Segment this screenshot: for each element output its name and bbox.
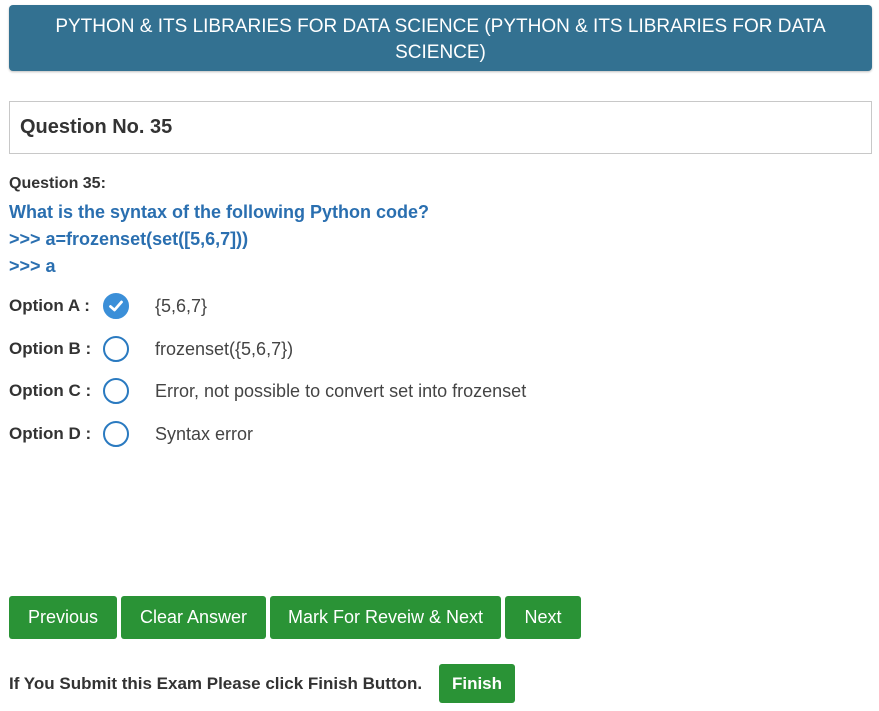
question-line: >>> a=frozenset(set([5,6,7])) — [9, 229, 249, 249]
option-a-label: Option A : — [9, 296, 90, 315]
option-c-label: Option C : — [9, 381, 92, 400]
option-c-radio[interactable] — [103, 378, 129, 404]
option-a-row[interactable]: Option A : {5,6,7} — [9, 292, 207, 320]
finish-button[interactable]: Finish — [439, 664, 515, 703]
question-line: >>> a — [9, 256, 56, 276]
option-a-text: {5,6,7} — [155, 295, 208, 316]
option-c-row[interactable]: Option C : Error, not possible to conver… — [9, 377, 526, 405]
option-d-label: Option D : — [9, 424, 92, 443]
clear-answer-button[interactable]: Clear Answer — [121, 596, 266, 639]
option-a-radio[interactable] — [103, 293, 129, 319]
option-b-row[interactable]: Option B : frozenset({5,6,7}) — [9, 335, 293, 363]
question-label: Question 35: — [9, 175, 106, 192]
question-number-box: Question No. 35 — [9, 101, 872, 154]
exam-page: PYTHON & ITS LIBRARIES FOR DATA SCIENCE … — [0, 0, 879, 711]
question-number: Question No. 35 — [20, 116, 173, 138]
option-b-text: frozenset({5,6,7}) — [155, 338, 294, 359]
option-d-radio[interactable] — [103, 421, 129, 447]
option-b-radio[interactable] — [103, 336, 129, 362]
option-d-text: Syntax error — [155, 423, 254, 444]
next-button[interactable]: Next — [505, 596, 581, 639]
mark-review-next-button[interactable]: Mark For Reveiw & Next — [270, 596, 501, 639]
option-b-label: Option B : — [9, 339, 92, 358]
option-d-row[interactable]: Option D : Syntax error — [9, 420, 253, 448]
exam-title-bar: PYTHON & ITS LIBRARIES FOR DATA SCIENCE … — [9, 5, 872, 71]
question-line: What is the syntax of the following Pyth… — [9, 202, 430, 222]
previous-button[interactable]: Previous — [9, 596, 117, 639]
check-icon — [109, 300, 123, 312]
option-c-text: Error, not possible to convert set into … — [155, 380, 527, 401]
exam-title: PYTHON & ITS LIBRARIES FOR DATA SCIENCE … — [55, 16, 826, 63]
finish-instruction: If You Submit this Exam Please click Fin… — [9, 674, 423, 693]
question-text: What is the syntax of the following Pyth… — [9, 199, 429, 280]
